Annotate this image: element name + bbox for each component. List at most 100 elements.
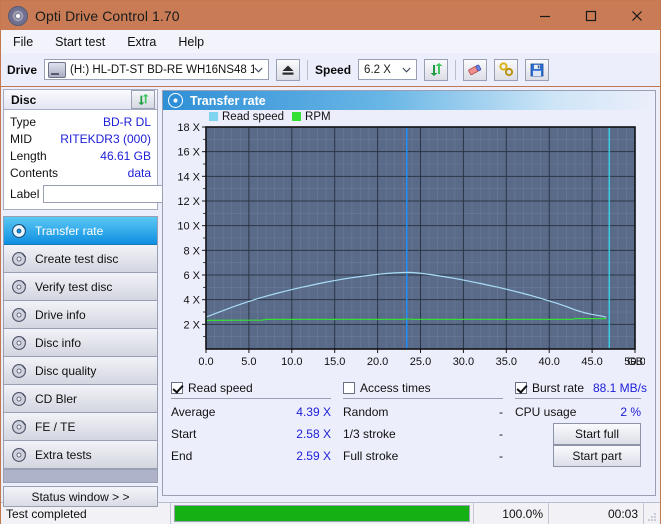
svg-text:4 X: 4 X [183, 295, 200, 307]
start-full-button[interactable]: Start full [553, 423, 641, 445]
close-button[interactable] [614, 1, 660, 30]
disc-icon [12, 419, 27, 434]
svg-text:12 X: 12 X [177, 196, 200, 208]
disc-icon [12, 279, 27, 294]
sidebar-item-disc-info[interactable]: Disc info [4, 329, 157, 357]
svg-text:35.0: 35.0 [496, 356, 517, 368]
disc-panel-title: Disc [11, 92, 37, 107]
toolbar-separator [307, 59, 309, 80]
refresh-icon [137, 93, 149, 106]
drive-select[interactable]: (H:) HL-DT-ST BD-RE WH16NS48 1.D3 [44, 59, 270, 80]
save-button[interactable] [525, 58, 550, 81]
sidebar-item-extra-tests[interactable]: Extra tests [4, 441, 157, 469]
start-part-button[interactable]: Start part [553, 445, 641, 467]
svg-text:18 X: 18 X [177, 123, 200, 134]
stat-value: 2.58 X [296, 427, 331, 441]
menu-extra[interactable]: Extra [125, 33, 158, 51]
legend-swatch-rpm [292, 112, 302, 121]
access-times-checkbox-line[interactable]: Access times [343, 379, 515, 396]
drive-select-value: (H:) HL-DT-ST BD-RE WH16NS48 1.D3 [70, 63, 255, 76]
status-bar: Test completed 100.0% 00:03 [1, 502, 660, 524]
sidebar-item-create-test-disc[interactable]: Create test disc [4, 245, 157, 273]
stats-area: Read speed Average 4.39 X Start 2.58 X E… [163, 375, 655, 467]
access-times-checkbox[interactable] [343, 381, 355, 394]
read-speed-checkbox[interactable] [171, 381, 183, 394]
status-message: Test completed [1, 503, 171, 524]
nav-list: Transfer rate Create test disc Verify te… [3, 216, 158, 483]
stats-row: Read speed Average 4.39 X Start 2.58 X E… [171, 379, 647, 467]
legend-label-rpm: RPM [305, 110, 331, 123]
read-speed-checkbox-line[interactable]: Read speed [171, 379, 343, 396]
sidebar-item-disc-quality[interactable]: Disc quality [4, 357, 157, 385]
svg-text:0.0: 0.0 [198, 356, 213, 368]
disc-icon [12, 251, 27, 266]
minimize-button[interactable] [522, 1, 568, 30]
chart[interactable]: 2 X 4 X 6 X 8 X 10 X 12 X 14 X 16 X 18 X 0.0 5.0 10… [163, 123, 655, 375]
sidebar-item-verify-test-disc[interactable]: Verify test disc [4, 273, 157, 301]
stat-row-cpu-usage: CPU usage 2 % [515, 401, 647, 423]
speed-label: Speed [315, 62, 352, 77]
eject-button[interactable] [276, 58, 301, 81]
disc-value: RITEKDR3 (000) [60, 131, 151, 146]
chevron-down-icon [402, 67, 411, 73]
disc-row-contents: Contents data [10, 164, 151, 181]
disc-info-box: Type BD-R DL MID RITEKDR3 (000) Length 4… [3, 110, 247, 210]
disc-refresh-button[interactable] [131, 90, 155, 109]
sidebar-item-drive-info[interactable]: Drive info [4, 301, 157, 329]
menu-help[interactable]: Help [176, 33, 206, 51]
window-controls [522, 1, 660, 30]
title-bar: Opti Drive Control 1.70 [1, 1, 660, 30]
sidebar-item-transfer-rate[interactable]: Transfer rate [4, 217, 157, 245]
burst-rate-stats: Burst rate 88.1 MB/s CPU usage 2 % Start… [515, 379, 647, 467]
read-speed-stats: Read speed Average 4.39 X Start 2.58 X E… [171, 379, 343, 467]
disc-icon [12, 335, 27, 350]
disc-key: Length [10, 148, 47, 163]
stat-row-full-stroke: Full stroke - [343, 445, 515, 467]
burst-rate-checkbox-line[interactable]: Burst rate 88.1 MB/s [515, 379, 647, 396]
disc-value: 46.61 GB [100, 148, 151, 163]
refresh-button[interactable] [424, 58, 449, 81]
speed-select[interactable]: 6.2 X [358, 59, 418, 80]
disc-key: Contents [10, 165, 59, 180]
tools-button[interactable] [494, 58, 519, 81]
menu-start-test[interactable]: Start test [53, 33, 107, 51]
stat-value: - [499, 449, 503, 463]
transfer-rate-panel: Transfer rate Read speed RPM 2 X 4 X 6 X 8 … [162, 90, 656, 496]
sidebar-item-cd-bler[interactable]: CD Bler [4, 385, 157, 413]
sidebar-item-label: Verify test disc [35, 279, 113, 294]
elapsed-time: 00:03 [549, 503, 644, 524]
disc-panel-header: Disc [3, 89, 158, 110]
access-times-label: Access times [360, 380, 431, 395]
sidebar-item-label: Transfer rate [35, 223, 104, 238]
disc-icon [12, 307, 27, 322]
stat-row-average: Average 4.39 X [171, 401, 343, 423]
stat-key: CPU usage [515, 405, 577, 419]
drive-icon [48, 61, 67, 78]
svg-text:14 X: 14 X [177, 171, 200, 183]
stat-row-start: Start 2.58 X [171, 423, 343, 445]
panel-header: Transfer rate [163, 91, 655, 110]
transfer-rate-plot[interactable]: 2 X 4 X 6 X 8 X 10 X 12 X 14 X 16 X 18 X 0.0 5.0 10… [163, 123, 645, 375]
stat-key: End [171, 449, 193, 463]
disc-label-row: Label [10, 184, 247, 204]
eraser-icon [468, 64, 482, 75]
erase-button[interactable] [463, 58, 488, 81]
burst-rate-checkbox[interactable] [515, 381, 527, 394]
grip-icon [648, 513, 656, 521]
stat-value: 2.59 X [296, 449, 331, 463]
progress-track [174, 505, 470, 522]
maximize-button[interactable] [568, 1, 614, 30]
sidebar-item-label: FE / TE [35, 419, 76, 434]
resize-grip[interactable] [644, 503, 660, 524]
disc-icon [12, 447, 27, 462]
divider [171, 398, 331, 399]
sidebar-item-fe-te[interactable]: FE / TE [4, 413, 157, 441]
menu-file[interactable]: File [11, 33, 35, 51]
divider [343, 398, 503, 399]
read-speed-label: Read speed [188, 380, 253, 395]
disc-icon [12, 223, 27, 238]
disc-label-key: Label [10, 187, 40, 201]
disc-key: Type [10, 114, 37, 129]
stat-row-third-stroke: 1/3 stroke - [343, 423, 515, 445]
menu-bar: File Start test Extra Help [1, 30, 660, 53]
